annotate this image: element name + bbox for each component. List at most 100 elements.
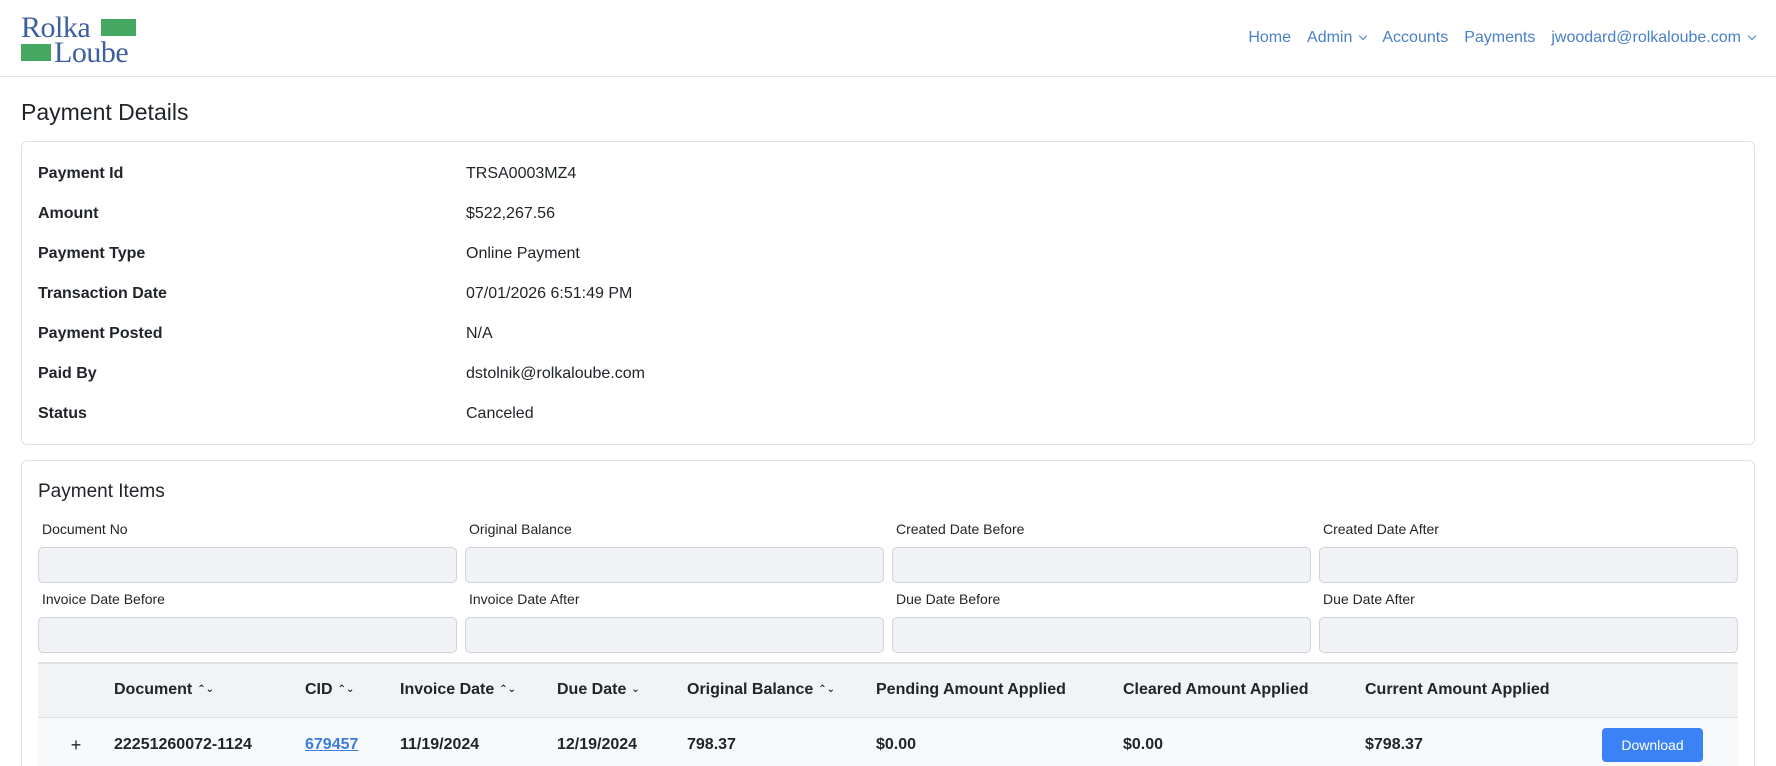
nav-accounts-link[interactable]: Accounts: [1382, 29, 1448, 47]
nav-payments-link[interactable]: Payments: [1464, 29, 1535, 47]
nav-admin-label: Admin: [1307, 29, 1353, 46]
nav-home-label: Home: [1248, 29, 1292, 46]
chevron-down-icon: [1747, 31, 1757, 41]
filter-original-balance: Original Balance: [465, 521, 884, 583]
payment-items-title: Payment Items: [38, 481, 165, 502]
col-action: [1602, 663, 1738, 717]
col-due-date-header[interactable]: Due Date ⌄: [557, 663, 687, 717]
detail-value: TRSA0003MZ4: [466, 165, 577, 182]
sort-down-icon: ⌄: [631, 684, 640, 696]
expand-row-button[interactable]: +: [38, 717, 114, 766]
filters-grid: Document No Original Balance Created Dat…: [38, 521, 1738, 661]
nav-accounts-label: Accounts: [1382, 29, 1449, 46]
original-balance-input[interactable]: [465, 547, 884, 583]
filter-label: Invoice Date Before: [42, 591, 165, 607]
detail-row-paid-by: Paid By dstolnik@rolkaloube.com: [38, 354, 1738, 394]
detail-row-status: Status Canceled: [38, 394, 1738, 434]
detail-label: Amount: [38, 205, 99, 222]
detail-value: N/A: [466, 325, 493, 342]
cell-cid: 679457: [305, 717, 400, 766]
col-expand: [38, 663, 114, 717]
created-date-after-input[interactable]: [1319, 547, 1738, 583]
detail-label: Paid By: [38, 365, 97, 382]
detail-value: 07/01/2026 6:51:49 PM: [466, 285, 633, 302]
col-original-balance-header[interactable]: Original Balance ⌃⌄: [687, 663, 876, 717]
cell-original-balance: 798.37: [687, 736, 736, 754]
brand-line2: Loube: [54, 36, 129, 69]
cell-action: Download: [1602, 717, 1738, 766]
invoice-date-after-input[interactable]: [465, 617, 884, 653]
col-label: Pending Amount Applied: [876, 681, 1066, 699]
col-label: Cleared Amount Applied: [1123, 681, 1309, 699]
filter-label: Created Date Before: [896, 521, 1025, 537]
cell-document: 22251260072-1124: [114, 736, 252, 754]
detail-row-payment-posted: Payment Posted N/A: [38, 314, 1738, 354]
detail-value: dstolnik@rolkaloube.com: [466, 365, 645, 382]
detail-value: Online Payment: [466, 245, 580, 262]
col-current-header: Current Amount Applied: [1365, 663, 1602, 717]
payment-details-card: Payment Id TRSA0003MZ4 Amount $522,267.5…: [21, 141, 1755, 445]
cell-due-date: 12/19/2024: [557, 736, 638, 754]
invoice-date-before-input[interactable]: [38, 617, 457, 653]
due-date-before-input[interactable]: [892, 617, 1311, 653]
col-cid-header[interactable]: CID ⌃⌄: [305, 663, 400, 717]
filter-label: Created Date After: [1323, 521, 1439, 537]
download-button[interactable]: Download: [1602, 728, 1703, 763]
cell-current: $798.37: [1365, 736, 1423, 754]
detail-row-amount: Amount $522,267.56: [38, 194, 1738, 234]
col-label: Invoice Date: [400, 681, 495, 699]
detail-label: Payment Id: [38, 165, 124, 182]
filter-label: Document No: [42, 521, 128, 537]
payment-items-card: Payment Items Document No Original Balan…: [21, 460, 1755, 766]
col-document-header[interactable]: Document ⌃⌄: [114, 663, 305, 717]
detail-label: Payment Posted: [38, 325, 163, 342]
nav-home-link[interactable]: Home: [1248, 29, 1291, 47]
filter-label: Invoice Date After: [469, 591, 580, 607]
nav-payments-label: Payments: [1464, 29, 1536, 46]
chevron-down-icon: [1359, 31, 1368, 41]
filter-label: Original Balance: [469, 521, 572, 537]
table-header-row: Document ⌃⌄ CID ⌃⌄ Invoice Date ⌃⌄ Due Date…: [38, 663, 1738, 717]
detail-label: Transaction Date: [38, 285, 167, 302]
nav-user-dropdown[interactable]: jwoodard@rolkaloube.com: [1551, 29, 1757, 47]
col-label: Due Date: [557, 681, 627, 699]
payment-items-table: Document ⌃⌄ CID ⌃⌄ Invoice Date ⌃⌄ Due Date…: [38, 662, 1738, 766]
detail-label: Payment Type: [38, 245, 146, 262]
col-invoice-date-header[interactable]: Invoice Date ⌃⌄: [400, 663, 557, 717]
brand-bar-bottom: [21, 44, 51, 61]
cell-cleared: $0.00: [1123, 736, 1164, 754]
nav-user-label: jwoodard@rolkaloube.com: [1551, 29, 1741, 46]
filter-invoice-before: Invoice Date Before: [38, 591, 457, 653]
created-date-before-input[interactable]: [892, 547, 1311, 583]
filter-label: Due Date Before: [896, 591, 1001, 607]
filter-document-no: Document No: [38, 521, 457, 583]
due-date-after-input[interactable]: [1319, 617, 1738, 653]
col-label: Original Balance: [687, 681, 814, 699]
sort-both-icon: ⌃⌄: [499, 684, 517, 696]
cell-invoice-date: 11/19/2024: [400, 736, 480, 754]
filter-created-before: Created Date Before: [892, 521, 1311, 583]
sort-both-icon: ⌃⌄: [818, 684, 836, 696]
detail-row-payment-type: Payment Type Online Payment: [38, 234, 1738, 274]
col-cleared-header: Cleared Amount Applied: [1123, 663, 1365, 717]
sort-both-icon: ⌃⌄: [197, 684, 214, 696]
table-row: + 22251260072-1124 679457 11/19/2024 12/…: [38, 717, 1738, 766]
cid-link[interactable]: 679457: [305, 736, 358, 753]
col-label: CID: [305, 681, 333, 699]
detail-row-payment-id: Payment Id TRSA0003MZ4: [38, 154, 1738, 194]
document-no-input[interactable]: [38, 547, 457, 583]
status-value: Canceled: [466, 405, 534, 422]
col-pending-header: Pending Amount Applied: [876, 663, 1123, 717]
filter-due-after: Due Date After: [1319, 591, 1738, 653]
detail-label: Status: [38, 405, 87, 422]
filter-label: Due Date After: [1323, 591, 1415, 607]
top-navbar: Rolka Loube Home Admin Accounts Payments…: [0, 0, 1776, 77]
cell-pending: $0.00: [876, 736, 917, 754]
nav-links: Home Admin Accounts Payments jwoodard@ro…: [1248, 29, 1757, 47]
detail-value: $522,267.56: [466, 205, 555, 222]
nav-admin-dropdown[interactable]: Admin: [1307, 29, 1368, 47]
sort-both-icon: ⌃⌄: [337, 684, 355, 696]
page-title: Payment Details: [21, 99, 189, 125]
filter-due-before: Due Date Before: [892, 591, 1311, 653]
brand-logo[interactable]: Rolka Loube: [21, 13, 137, 68]
